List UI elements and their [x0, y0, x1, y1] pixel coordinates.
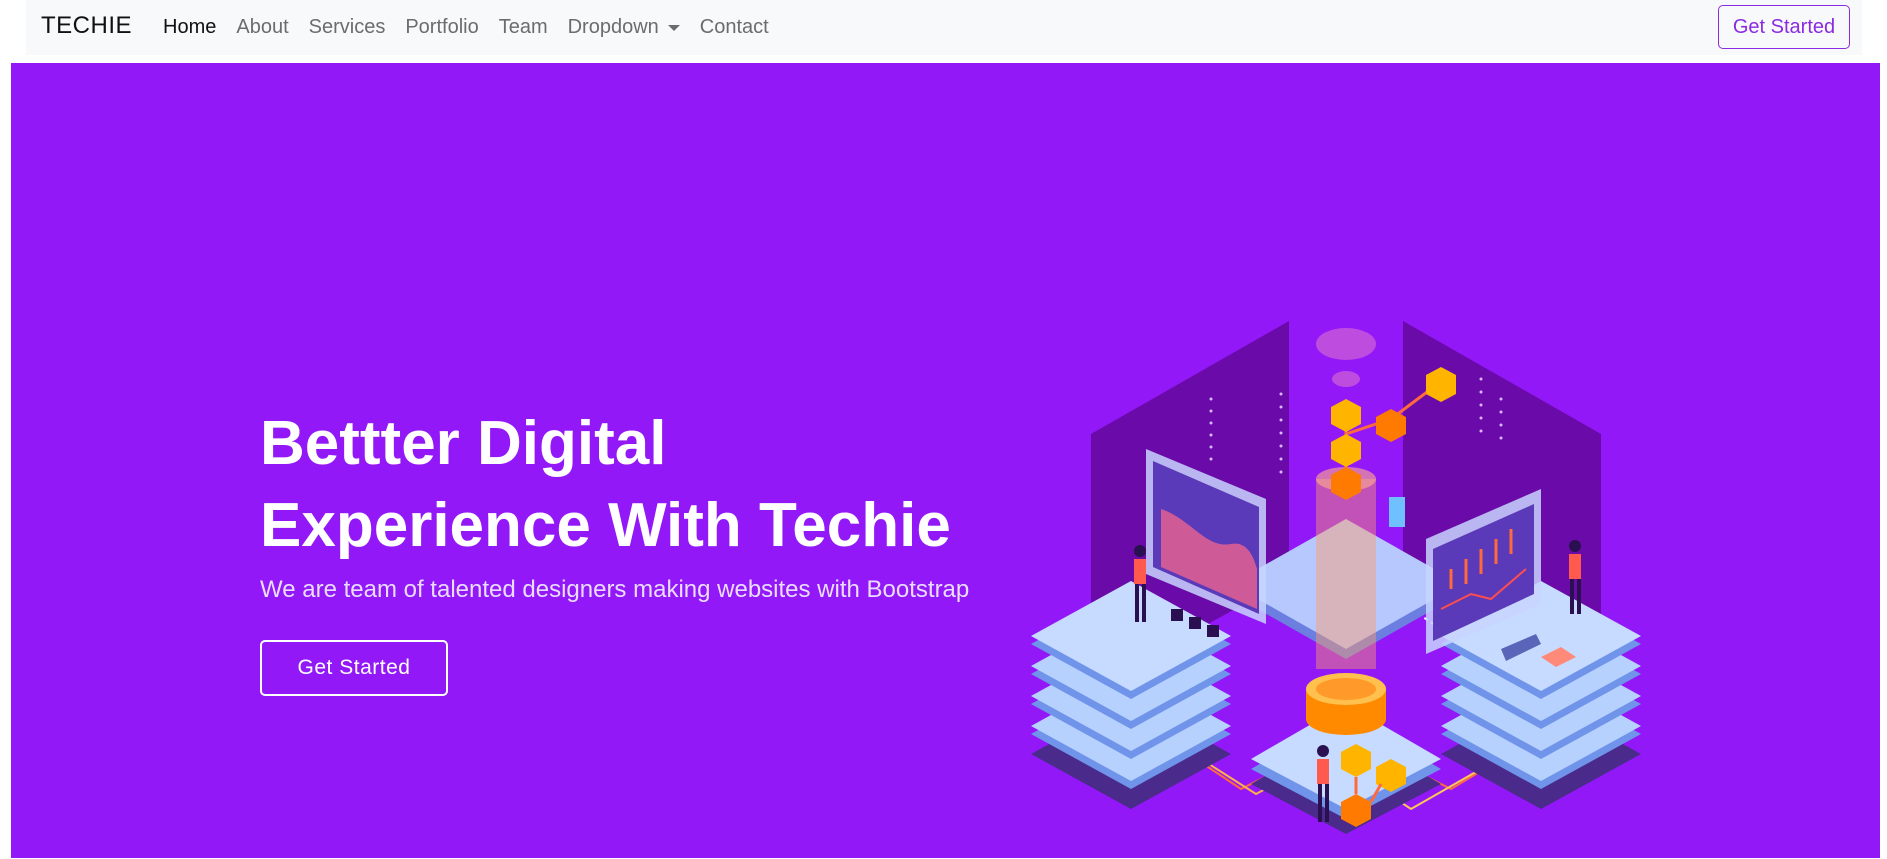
- hero-title: Bettter Digital Experience With Techie: [260, 403, 1060, 567]
- nav-link-label: Contact: [699, 16, 769, 38]
- nav-link-services[interactable]: Services: [309, 16, 386, 39]
- nav-link-label: Home: [163, 16, 217, 38]
- top-navbar: TECHIE Home About Services Portfolio Tea…: [26, 0, 1862, 55]
- nav-link-label: About: [236, 16, 289, 38]
- isometric-data-center-illustration: [1031, 321, 1641, 834]
- nav-link-label: Services: [308, 16, 386, 38]
- get-started-hero-button[interactable]: Get Started: [260, 640, 448, 696]
- nav-link-label: Portfolio: [405, 16, 479, 38]
- nav-link-label: Dropdown: [567, 16, 659, 38]
- brand-logo[interactable]: TECHIE: [41, 12, 132, 40]
- hero-section: Bettter Digital Experience With Techie W…: [11, 63, 1880, 858]
- hero-title-line-1: Bettter Digital: [260, 409, 667, 478]
- nav-link-portfolio[interactable]: Portfolio: [405, 16, 478, 39]
- nav-link-contact[interactable]: Contact: [700, 16, 769, 39]
- nav-link-about[interactable]: About: [236, 16, 288, 39]
- nav-dropdown-toggle[interactable]: Dropdown: [568, 16, 680, 39]
- nav-link-home[interactable]: Home: [163, 16, 216, 39]
- hero-title-line-2: Experience With Techie: [260, 491, 951, 560]
- hero-subtitle: We are team of talented designers making…: [260, 576, 970, 603]
- get-started-nav-button[interactable]: Get Started: [1718, 5, 1850, 49]
- nav-links: Home About Services Portfolio Team Dropd…: [163, 0, 789, 55]
- caret-down-icon: [667, 24, 680, 31]
- nav-link-label: Team: [498, 16, 548, 38]
- nav-link-team[interactable]: Team: [499, 16, 548, 39]
